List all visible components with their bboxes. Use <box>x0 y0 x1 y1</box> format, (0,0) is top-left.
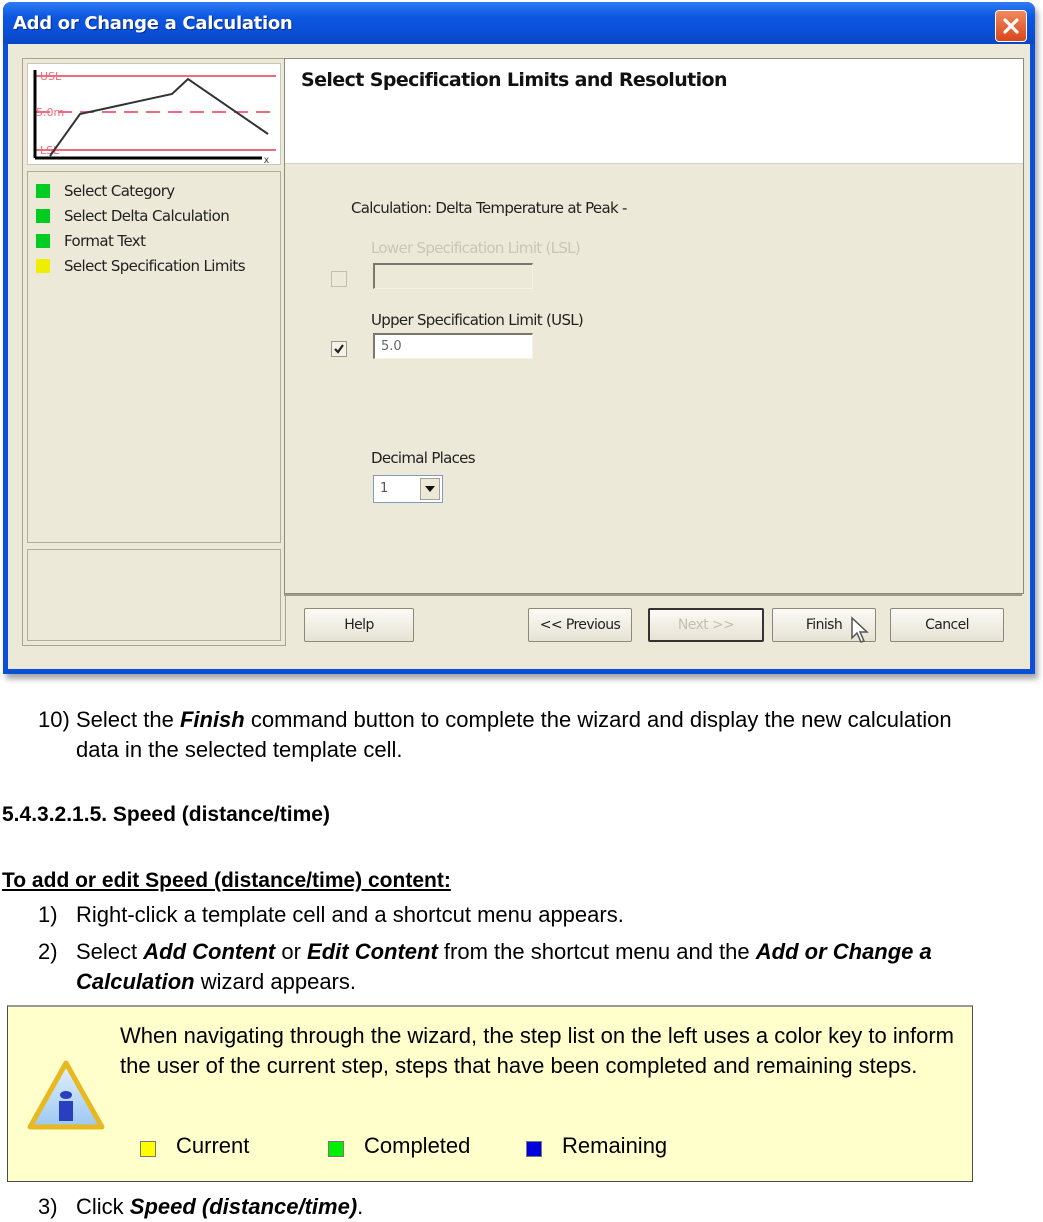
step-status-completed-icon <box>36 209 50 223</box>
wizard-step-list: Select Category Select Delta Calculation… <box>27 171 281 543</box>
left-pane-footer <box>27 549 281 641</box>
step-number: 10) <box>38 707 70 732</box>
text-run: Select the <box>76 707 180 732</box>
edit-content-term: Edit Content <box>307 939 438 964</box>
target-label: 5.0m <box>36 106 64 119</box>
step-text: Click Speed (distance/time). <box>76 1192 976 1222</box>
step-label: Select Delta Calculation <box>64 207 230 225</box>
step-item: Select Category <box>36 180 175 202</box>
step-status-completed-icon <box>36 184 50 198</box>
key-current: Current <box>140 1131 249 1161</box>
window-title: Add or Change a Calculation <box>13 13 293 34</box>
decimal-places-select[interactable]: 1 <box>373 475 443 503</box>
lsl-input[interactable] <box>373 263 533 289</box>
title-bar: Add or Change a Calculation <box>3 2 1035 44</box>
step-status-completed-icon <box>36 234 50 248</box>
key-label: Current <box>176 1133 250 1158</box>
wizard-button-bar: Help << Previous Next >> Finish Cancel <box>284 594 1022 654</box>
spec-limits-illustration: USL 5.0m LSL x <box>27 63 281 166</box>
section-heading: 5.4.3.2.1.5. Speed (distance/time) <box>2 803 330 826</box>
add-content-term: Add Content <box>143 939 276 964</box>
task-heading: To add or edit Speed (distance/time) con… <box>2 869 451 892</box>
x-axis-label: x <box>264 155 269 164</box>
step-item: Select Specification Limits <box>36 255 246 277</box>
wizard-window: Add or Change a Calculation USL 5.0m LSL <box>3 2 1035 674</box>
previous-button[interactable]: << Previous <box>528 608 632 642</box>
text-run: or <box>275 939 308 964</box>
next-button[interactable]: Next >> <box>648 608 764 642</box>
key-completed: Completed <box>328 1131 470 1161</box>
close-icon <box>1003 18 1019 34</box>
step-status-current-icon <box>36 259 50 273</box>
finish-term: Finish <box>179 707 245 732</box>
current-swatch-icon <box>140 1141 156 1157</box>
step-label: Format Text <box>64 232 146 250</box>
step-item: Format Text <box>36 230 146 252</box>
usl-label: USL <box>40 70 62 83</box>
checkmark-icon <box>334 344 344 354</box>
page-header: Select Specification Limits and Resoluti… <box>285 59 1023 164</box>
step-label: Select Specification Limits <box>64 257 246 275</box>
step-label: Select Category <box>64 182 175 200</box>
help-button[interactable]: Help <box>304 608 414 642</box>
text-run: from the shortcut menu and the <box>437 939 756 964</box>
text-run: Select <box>76 939 144 964</box>
calculation-label: Calculation: Delta Temperature at Peak - <box>351 199 627 217</box>
cancel-button[interactable]: Cancel <box>890 608 1004 642</box>
key-label: Remaining <box>562 1133 668 1158</box>
info-icon <box>27 1060 105 1130</box>
decimal-places-value: 1 <box>380 481 389 496</box>
close-button[interactable] <box>995 10 1027 42</box>
step-text: Select the Finish command button to comp… <box>76 705 976 765</box>
mouse-pointer-icon <box>851 616 869 643</box>
lsl-label: Lower Specification Limit (LSL) <box>371 239 581 257</box>
wizard-left-pane: USL 5.0m LSL x Select Category Select De… <box>22 58 286 646</box>
wizard-page: Select Specification Limits and Resoluti… <box>284 58 1024 594</box>
step-text: Right-click a template cell and a shortc… <box>76 902 624 927</box>
wizard-client-area: USL 5.0m LSL x Select Category Select De… <box>8 44 1030 669</box>
key-label: Completed <box>364 1133 471 1158</box>
speed-term: Speed (distance/time) <box>129 1194 358 1219</box>
step-number: 3) <box>38 1194 58 1219</box>
chevron-down-icon[interactable] <box>420 478 440 500</box>
page-title: Select Specification Limits and Resoluti… <box>301 69 728 91</box>
text-run: Click <box>76 1194 130 1219</box>
step-item: Select Delta Calculation <box>36 205 230 227</box>
info-note: When navigating through the wizard, the … <box>7 1005 973 1182</box>
decimal-places-label: Decimal Places <box>371 449 476 467</box>
usl-input[interactable]: 5.0 <box>373 333 533 359</box>
step-number: 2) <box>38 939 58 964</box>
remaining-swatch-icon <box>526 1141 542 1157</box>
completed-swatch-icon <box>328 1141 344 1157</box>
usl-checkbox[interactable] <box>331 341 347 357</box>
key-remaining: Remaining <box>526 1131 667 1161</box>
step-number: 1) <box>38 902 58 927</box>
text-run: . <box>357 1194 364 1219</box>
usl-label: Upper Specification Limit (USL) <box>371 311 584 329</box>
text-run: wizard appears. <box>194 969 356 994</box>
lsl-checkbox[interactable] <box>331 271 347 287</box>
sample-curve <box>49 77 269 157</box>
note-text: When navigating through the wizard, the … <box>120 1023 955 1078</box>
step-text: Select Add Content or Edit Content from … <box>76 937 976 997</box>
